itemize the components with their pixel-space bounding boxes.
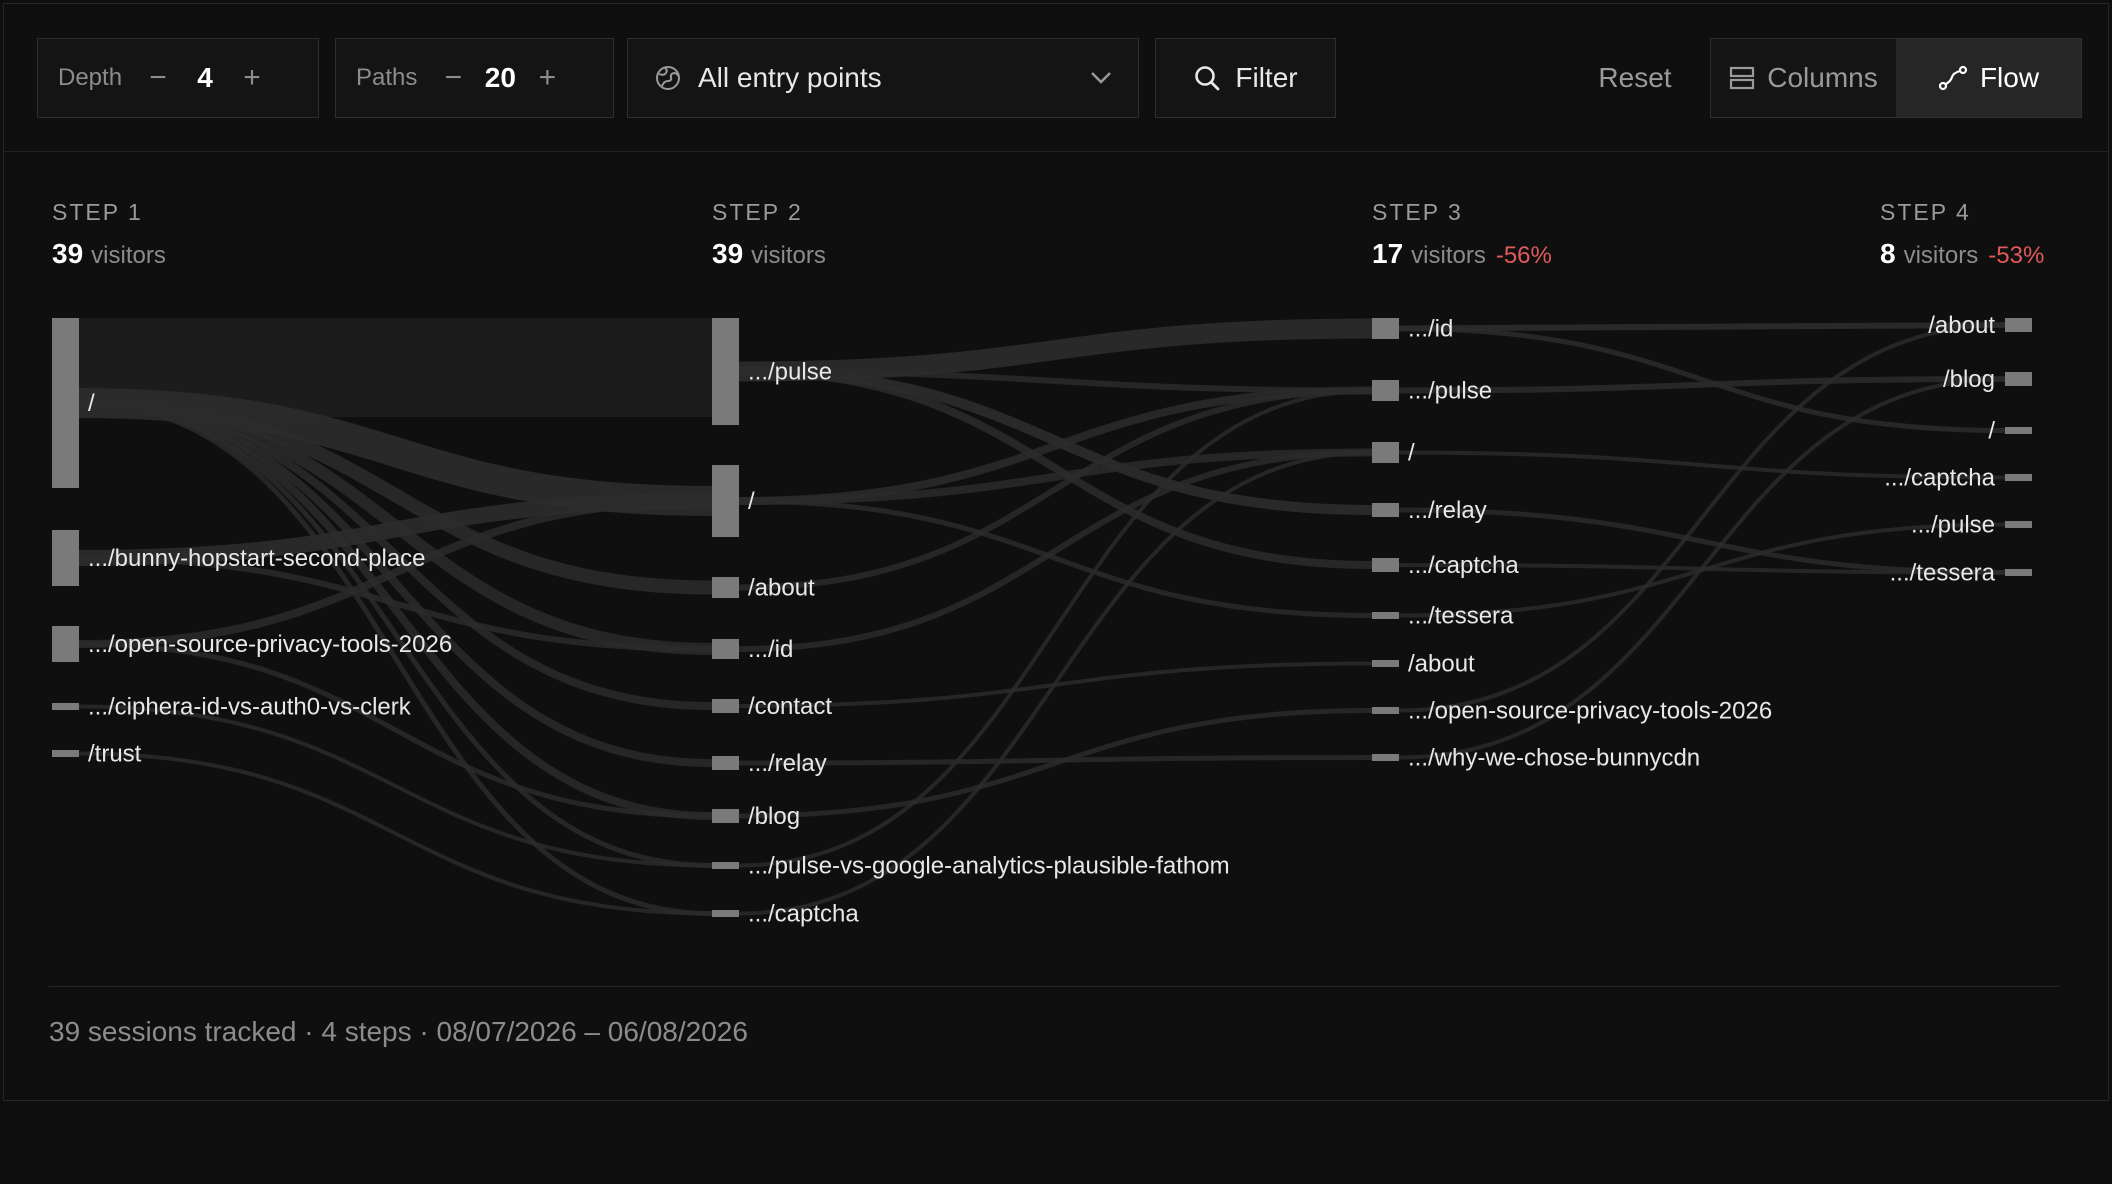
step-3-node-bar[interactable] [1372,318,1399,339]
step-4-node-label[interactable]: /blog [1943,366,1995,393]
step-2-node-label[interactable]: /contact [748,693,832,720]
flow-link [1398,322,2006,332]
flow-links [78,318,2006,916]
step-2-node-bar[interactable] [712,756,739,770]
step-4-node-bar[interactable] [2005,521,2032,528]
flow-link [738,449,1373,652]
step-3-node-bar[interactable] [1372,612,1399,619]
footer-divider [49,986,2059,987]
step-2-node-bar[interactable] [712,639,739,659]
flow-link [738,318,1373,382]
step-4-node-label[interactable]: .../captcha [1884,465,1995,492]
step-4-node-bar[interactable] [2005,569,2032,576]
step-2-node-bar[interactable] [712,465,739,537]
step-2-node-bar[interactable] [712,862,739,869]
step-3-node-bar[interactable] [1372,503,1399,517]
step-2-node-bar[interactable] [712,577,739,598]
step-2-node-bar[interactable] [712,910,739,917]
step-3-node-label[interactable]: .../open-source-privacy-tools-2026 [1408,698,1772,725]
step-2-node-label[interactable]: .../pulse [748,359,832,386]
footer-summary: 39 sessions tracked · 4 steps · 08/07/20… [49,1016,748,1047]
step-2-node-bar[interactable] [712,809,739,823]
step-4-node-bar[interactable] [2005,474,2032,481]
flow-link [78,400,713,916]
step-4-node-label[interactable]: / [1988,418,1995,445]
flow-link [78,641,713,819]
step-3-node-label[interactable]: .../captcha [1408,552,1519,579]
step-1-node-bar[interactable] [52,626,79,662]
step-2-node-label[interactable]: .../id [748,636,793,663]
step-1-node-bar[interactable] [52,703,79,710]
step-4-node-label[interactable]: .../pulse [1911,512,1995,539]
step-4-node-bar[interactable] [2005,318,2032,332]
flow-link [78,751,713,916]
step-4-node-bar[interactable] [2005,427,2032,434]
step-2-node-label[interactable]: .../relay [748,750,827,777]
step-3-node-bar[interactable] [1372,380,1399,401]
step-1-node-label[interactable]: .../open-source-privacy-tools-2026 [88,631,452,658]
step-3-node-label[interactable]: .../relay [1408,497,1487,524]
step-3-node-label[interactable]: .../why-we-chose-bunnycdn [1408,745,1700,772]
step-4-node-bar[interactable] [2005,372,2032,386]
step-3-node-label[interactable]: / [1408,440,1415,467]
step-3-node-bar[interactable] [1372,754,1399,761]
step-2-node-label[interactable]: / [748,488,755,515]
flow-diagram: / .../bunny-hopstart-second-place .../open… [52,312,2032,928]
step-1-node-label[interactable]: / [88,390,95,417]
step-3-node-label[interactable]: .../id [1408,316,1453,343]
step-2-node-bar[interactable] [712,318,739,425]
step-1-node-label[interactable]: /trust [88,741,142,768]
step-4-node-label[interactable]: /about [1928,312,1995,339]
step-4-node-label[interactable]: .../tessera [1890,560,1996,587]
step-1-node-label[interactable]: .../ciphera-id-vs-auth0-vs-clerk [88,694,412,721]
step-1-node-bar[interactable] [52,530,79,586]
step-2-node-label[interactable]: .../captcha [748,901,859,928]
step-1-node-label[interactable]: .../bunny-hopstart-second-place [88,545,426,572]
step-2-node-label[interactable]: /blog [748,803,800,830]
step-3-node-bar[interactable] [1372,660,1399,667]
step-3-node-bar[interactable] [1372,707,1399,714]
step-2-node-label[interactable]: /about [748,575,815,602]
step-2-node-bar[interactable] [712,699,739,713]
step-2-node-label[interactable]: .../pulse-vs-google-analytics-plausible-… [748,853,1230,880]
step-3-node-label[interactable]: /about [1408,651,1475,678]
step-3-node-label[interactable]: .../tessera [1408,603,1514,630]
flow-link [738,661,1373,708]
step-3-node-label[interactable]: .../pulse [1408,378,1492,405]
step-1-node-bar[interactable] [52,318,79,488]
step-1-node-bar[interactable] [52,750,79,757]
step-3-node-bar[interactable] [1372,558,1399,572]
step-3-node-bar[interactable] [1372,442,1399,463]
